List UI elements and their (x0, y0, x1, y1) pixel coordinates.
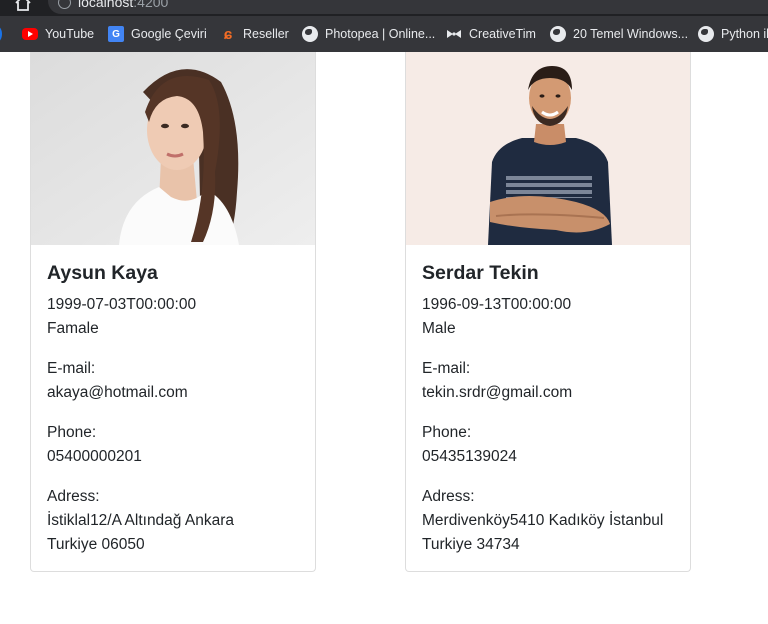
youtube-icon (22, 28, 38, 40)
bookmark-photopea[interactable]: Photopea | Online... (302, 16, 435, 52)
phone-label: Phone: (422, 424, 472, 441)
email-label: E-mail: (422, 360, 471, 377)
bookmark-reseller[interactable]: ɕ Reseller (220, 16, 289, 52)
address-line-2: Turkiye 34734 (422, 536, 520, 553)
bookmark-label: 20 Temel Windows... (573, 27, 689, 41)
bookmark-partial[interactable] (0, 16, 9, 52)
profile-card: Aysun Kaya 1999-07-03T00:00:00 Famale E-… (30, 52, 316, 572)
bookmark-label: Python il (721, 27, 768, 41)
globe-icon (302, 26, 318, 42)
address-line-2: Turkiye 06050 (47, 536, 145, 553)
birth-date: 1996-09-13T00:00:00 (422, 296, 572, 313)
profile-photo (406, 52, 690, 245)
address-label: Adress: (47, 488, 100, 505)
bookmark-label: Reseller (243, 27, 289, 41)
gender: Famale (47, 320, 99, 337)
email-value: akaya@hotmail.com (47, 384, 188, 401)
url-text[interactable]: localhost:4200 (78, 0, 168, 10)
bookmarks-bar: YouTube G Google Çeviri ɕ Reseller Photo… (0, 16, 768, 52)
bookmark-youtube[interactable]: YouTube (22, 16, 94, 52)
address-label: Adress: (422, 488, 475, 505)
phone-value: 05400000201 (47, 448, 142, 465)
url-port: :4200 (133, 0, 169, 10)
bowtie-icon (447, 30, 461, 38)
browser-toolbar: localhost:4200 (0, 0, 768, 16)
profile-card: Serdar Tekin 1996-09-13T00:00:00 Male E-… (405, 52, 691, 572)
bookmark-windows[interactable]: 20 Temel Windows... (550, 16, 688, 52)
profile-photo (31, 52, 315, 245)
bookmark-label: YouTube (45, 27, 95, 41)
email-value: tekin.srdr@gmail.com (422, 384, 573, 401)
bookmark-python[interactable]: Python il (698, 16, 768, 52)
globe-icon (550, 26, 566, 42)
url-host: localhost (78, 0, 134, 10)
bookmark-creativetim[interactable]: CreativeTim (446, 16, 536, 52)
address-line-1: İstiklal12/A Altındağ Ankara (47, 512, 234, 529)
birth-date: 1999-07-03T00:00:00 (47, 296, 197, 313)
person-name: Aysun Kaya (47, 262, 158, 284)
email-label: E-mail: (47, 360, 96, 377)
bookmark-label: CreativeTim (469, 27, 536, 41)
bookmark-label: Photopea | Online... (325, 27, 436, 41)
bookmark-icon (0, 26, 2, 42)
address-line-1: Merdivenköy5410 Kadıköy İstanbul (422, 512, 664, 529)
phone-label: Phone: (47, 424, 97, 441)
bookmark-google-translate[interactable]: G Google Çeviri (108, 16, 207, 52)
gender: Male (422, 320, 456, 337)
globe-icon (698, 26, 714, 42)
reseller-icon: ɕ (223, 25, 233, 43)
google-translate-icon: G (108, 26, 124, 42)
phone-value: 05435139024 (422, 448, 517, 465)
bookmark-label: Google Çeviri (131, 27, 207, 41)
person-name: Serdar Tekin (422, 262, 539, 284)
home-icon[interactable] (14, 0, 32, 12)
